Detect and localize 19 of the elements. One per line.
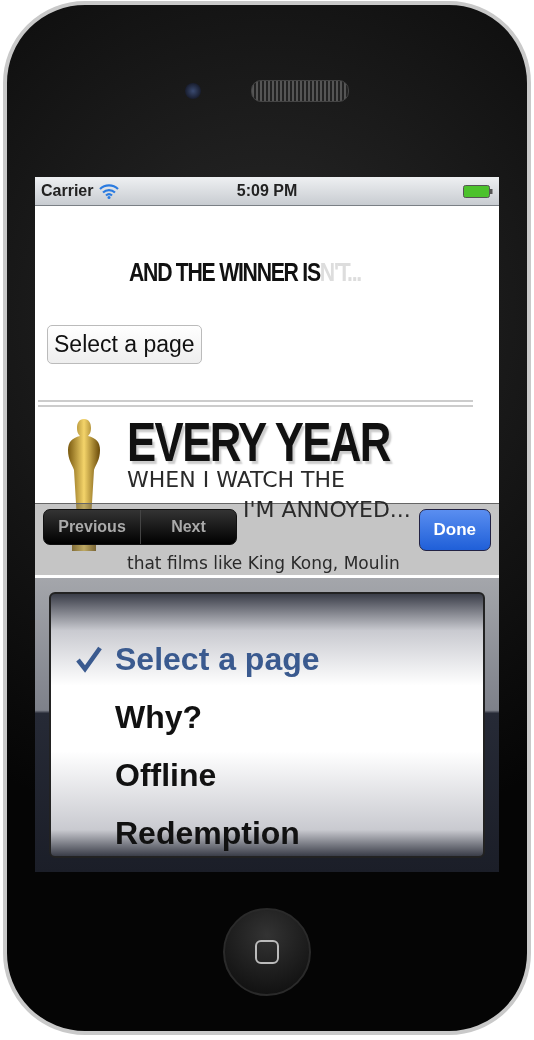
picker-option[interactable]: Offline (51, 754, 483, 796)
rounded-square-icon (254, 938, 280, 965)
previous-button[interactable]: Previous (44, 510, 140, 544)
done-button[interactable]: Done (418, 509, 491, 551)
wifi-icon (99, 183, 120, 199)
checkmark-icon (75, 645, 103, 673)
article-text: WHEN I WATCH THE (127, 467, 346, 493)
carrier-label: Carrier (41, 182, 94, 200)
picker-option[interactable]: Why? (51, 696, 483, 738)
picker-option[interactable]: Select a page (51, 638, 483, 680)
article-text: that films like King Kong, Moulin (127, 553, 401, 573)
battery-icon (463, 184, 493, 198)
next-button[interactable]: Next (140, 510, 236, 544)
article-text: I'M ANNOYED... (243, 497, 412, 523)
picker-option[interactable]: Redemption (51, 812, 483, 854)
select-page-button[interactable]: Select a page (47, 325, 202, 364)
clock-time: 5:09 PM (236, 182, 298, 200)
camera-lens (185, 83, 201, 99)
article-title: EVERY YEAR (127, 417, 390, 467)
